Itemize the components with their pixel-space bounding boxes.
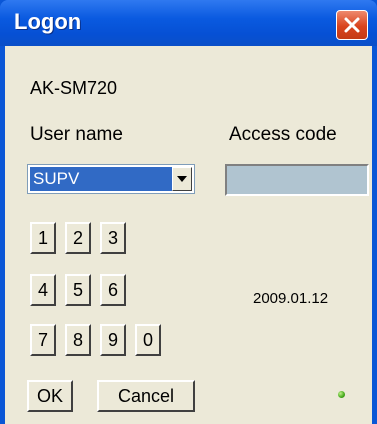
close-button[interactable]: [336, 10, 368, 40]
title-bar[interactable]: Logon: [0, 0, 377, 46]
user-name-selected-value: SUPV: [30, 167, 172, 191]
key-7-button[interactable]: 7: [30, 324, 56, 356]
chevron-down-icon: [177, 176, 187, 182]
key-8-button[interactable]: 8: [65, 324, 91, 356]
logon-panel: AK-SM720 User name Access code SUPV 1 2 …: [5, 46, 372, 424]
date-display: 2009.01.12: [253, 290, 329, 307]
key-0-button[interactable]: 0: [135, 324, 161, 356]
access-code-input[interactable]: [225, 164, 369, 196]
close-icon: [344, 17, 360, 33]
user-name-label: User name: [30, 124, 123, 145]
key-2-button[interactable]: 2: [65, 222, 91, 254]
device-model-label: AK-SM720: [30, 78, 118, 98]
status-led-icon: [338, 391, 345, 398]
key-6-button[interactable]: 6: [100, 274, 126, 306]
dropdown-button[interactable]: [172, 167, 192, 191]
key-4-button[interactable]: 4: [30, 274, 56, 306]
user-name-select[interactable]: SUPV: [27, 164, 195, 194]
logon-window: Logon AK-SM720 User name Access code SUP…: [0, 0, 377, 424]
key-9-button[interactable]: 9: [100, 324, 126, 356]
key-1-button[interactable]: 1: [30, 222, 56, 254]
key-5-button[interactable]: 5: [65, 274, 91, 306]
window-title: Logon: [14, 9, 82, 34]
access-code-label: Access code: [229, 124, 337, 145]
ok-button[interactable]: OK: [27, 380, 73, 412]
cancel-button[interactable]: Cancel: [97, 380, 195, 412]
key-3-button[interactable]: 3: [100, 222, 126, 254]
